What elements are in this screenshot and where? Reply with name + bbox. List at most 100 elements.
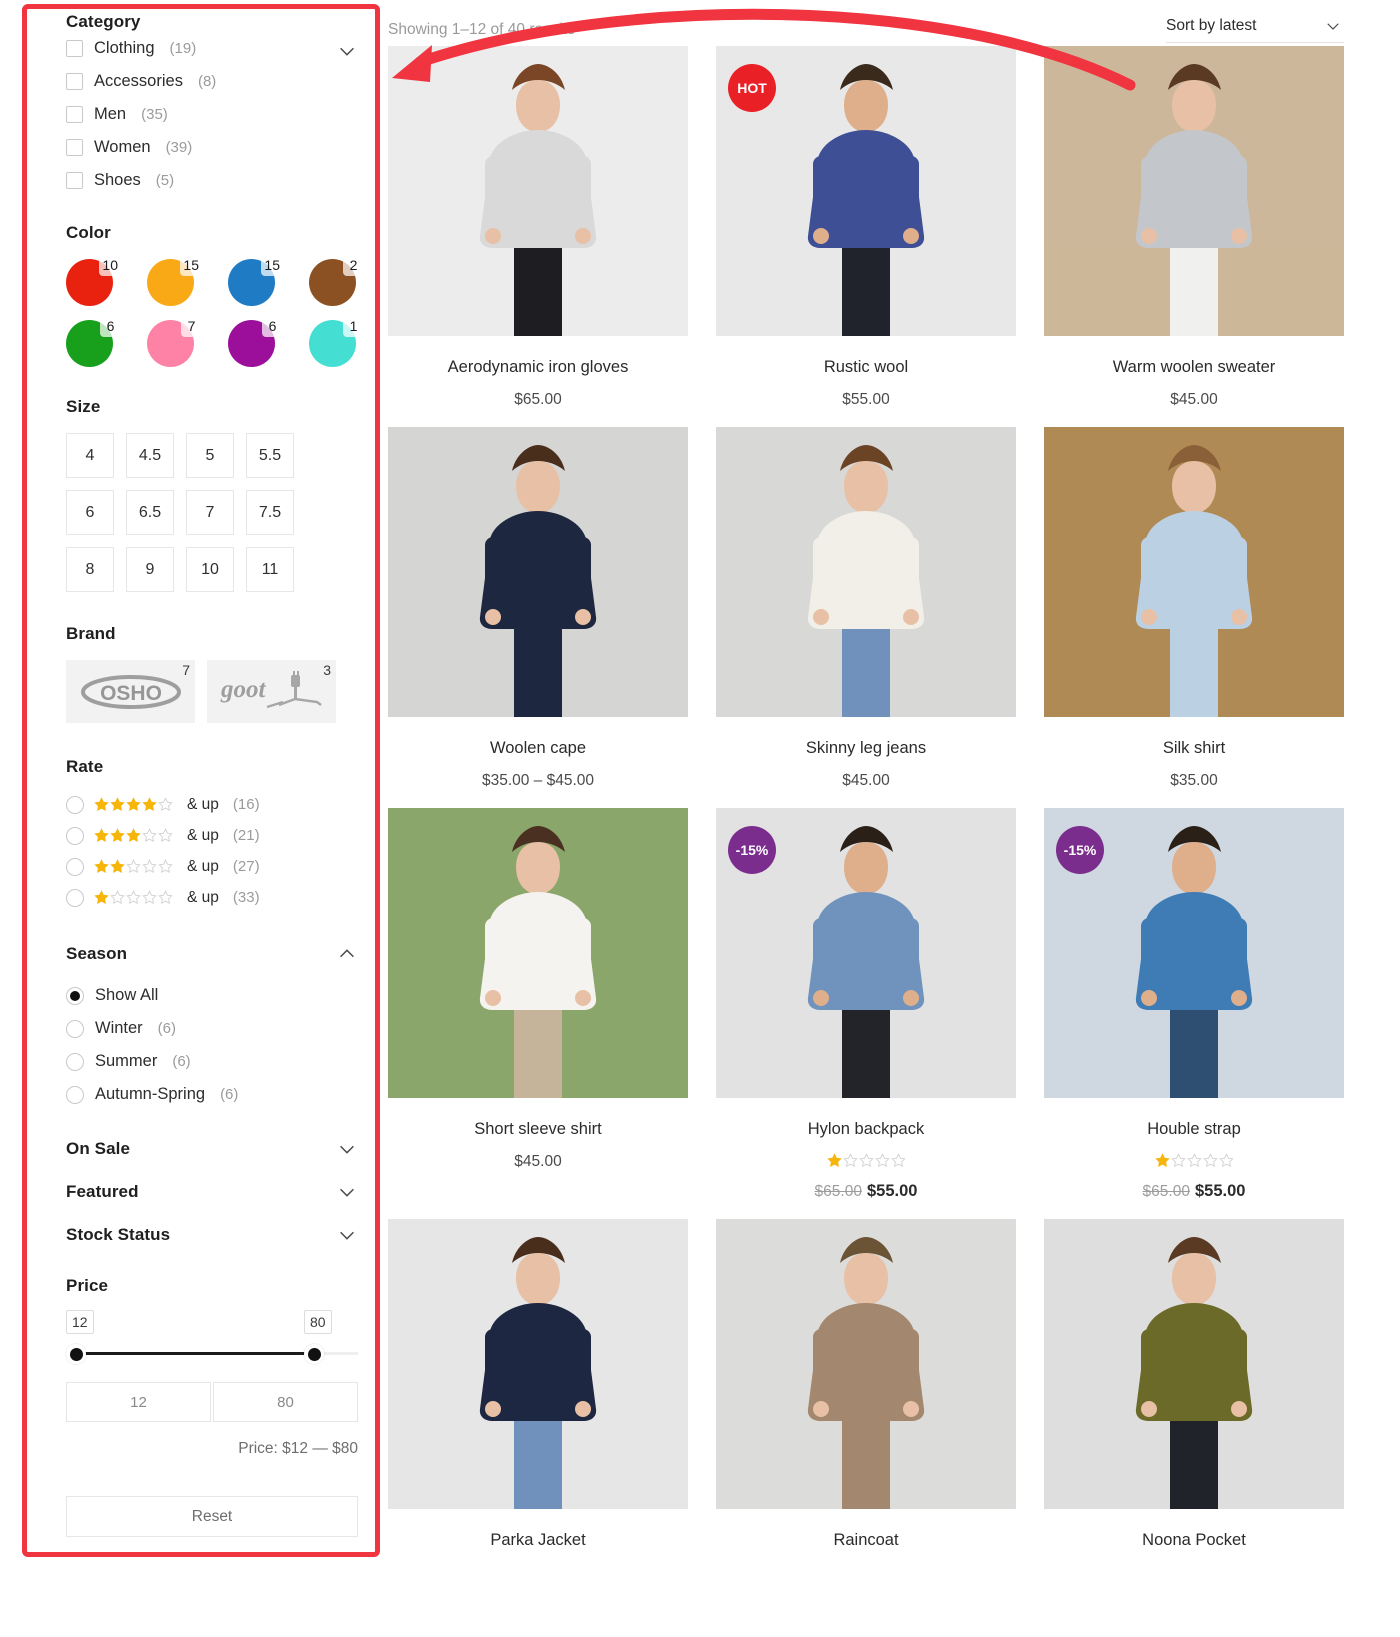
size-option-8[interactable]: 8 xyxy=(66,547,114,592)
product-thumbnail[interactable] xyxy=(388,1219,688,1509)
product-card[interactable]: Noona Pocket xyxy=(1044,1219,1344,1568)
color-swatch-green[interactable]: 6 xyxy=(66,316,121,367)
rate-option-3-star[interactable]: & up (21) xyxy=(66,820,358,851)
rate-option-2-star[interactable]: & up (27) xyxy=(66,851,358,882)
product-title[interactable]: Raincoat xyxy=(716,1531,1016,1550)
filter-section-on-sale[interactable]: On Sale xyxy=(66,1129,358,1168)
size-option-6[interactable]: 6 xyxy=(66,490,114,535)
product-card[interactable]: Silk shirt $35.00 xyxy=(1044,427,1344,808)
size-option-5-5[interactable]: 5.5 xyxy=(246,433,294,478)
product-title[interactable]: Parka Jacket xyxy=(388,1531,688,1550)
chevron-down-icon[interactable] xyxy=(336,40,358,62)
product-thumbnail[interactable]: HOT xyxy=(716,46,1016,336)
product-card[interactable]: Woolen cape $35.00 – $45.00 xyxy=(388,427,688,808)
radio-icon[interactable] xyxy=(66,1085,84,1104)
category-option-clothing[interactable]: Clothing (19) xyxy=(66,32,358,65)
size-option-7-5[interactable]: 7.5 xyxy=(246,490,294,535)
size-option-9[interactable]: 9 xyxy=(126,547,174,592)
price-min-input[interactable]: 12 xyxy=(66,1382,211,1422)
product-card[interactable]: Parka Jacket xyxy=(388,1219,688,1568)
size-option-10[interactable]: 10 xyxy=(186,547,234,592)
size-option-11[interactable]: 11 xyxy=(246,547,294,592)
price-max-input[interactable]: 80 xyxy=(213,1382,358,1422)
product-card[interactable]: -15% Hylon backpack $65.00 $55.00 xyxy=(716,808,1016,1219)
product-thumbnail[interactable] xyxy=(1044,46,1344,336)
sort-dropdown[interactable]: Sort by latest xyxy=(1166,17,1344,43)
product-card[interactable]: Raincoat xyxy=(716,1219,1016,1568)
product-thumbnail[interactable] xyxy=(388,808,688,1098)
size-option-7[interactable]: 7 xyxy=(186,490,234,535)
product-card[interactable]: Warm woolen sweater $45.00 xyxy=(1044,46,1344,427)
size-option-5[interactable]: 5 xyxy=(186,433,234,478)
filter-section-stock-status[interactable]: Stock Status xyxy=(66,1215,358,1254)
slider-handle-min[interactable] xyxy=(66,1344,86,1364)
filter-section-featured[interactable]: Featured xyxy=(66,1172,358,1211)
product-title[interactable]: Houble strap xyxy=(1044,1120,1344,1139)
category-option-men[interactable]: Men (35) xyxy=(66,98,358,131)
color-swatch-turquoise[interactable]: 1 xyxy=(309,316,364,367)
radio-icon[interactable] xyxy=(66,888,84,907)
size-option-4-5[interactable]: 4.5 xyxy=(126,433,174,478)
slider-handle-max[interactable] xyxy=(304,1344,324,1364)
radio-icon[interactable] xyxy=(66,795,84,814)
category-option-shoes[interactable]: Shoes (5) xyxy=(66,164,358,197)
product-title[interactable]: Hylon backpack xyxy=(716,1120,1016,1139)
radio-icon[interactable] xyxy=(66,826,84,845)
color-swatch-red[interactable]: 10 xyxy=(66,255,121,306)
radio-icon[interactable] xyxy=(66,1052,84,1071)
product-title[interactable]: Noona Pocket xyxy=(1044,1531,1344,1550)
chevron-down-icon[interactable] xyxy=(336,1138,358,1160)
chevron-down-icon[interactable] xyxy=(336,1181,358,1203)
color-swatch-purple[interactable]: 6 xyxy=(228,316,283,367)
color-swatch-orange[interactable]: 15 xyxy=(147,255,202,306)
size-option-6-5[interactable]: 6.5 xyxy=(126,490,174,535)
product-thumbnail[interactable] xyxy=(716,427,1016,717)
product-title[interactable]: Short sleeve shirt xyxy=(388,1120,688,1139)
brand-item-osho[interactable]: 7 OSHO xyxy=(66,660,195,723)
product-title[interactable]: Aerodynamic iron gloves xyxy=(388,358,688,377)
product-card[interactable]: Short sleeve shirt $45.00 xyxy=(388,808,688,1219)
season-header[interactable]: Season xyxy=(66,943,358,965)
season-option-summer[interactable]: Summer (6) xyxy=(66,1045,358,1078)
radio-icon[interactable] xyxy=(66,986,84,1005)
product-thumbnail[interactable] xyxy=(388,46,688,336)
color-swatch-brown[interactable]: 2 xyxy=(309,255,364,306)
checkbox-icon[interactable] xyxy=(66,106,83,123)
product-thumbnail[interactable] xyxy=(388,427,688,717)
product-card[interactable]: -15% Houble strap $65.00 $55.00 xyxy=(1044,808,1344,1219)
radio-icon[interactable] xyxy=(66,1019,84,1038)
product-card[interactable]: Aerodynamic iron gloves $65.00 xyxy=(388,46,688,427)
category-header[interactable]: Category xyxy=(66,12,358,32)
product-card[interactable]: HOT Rustic wool $55.00 xyxy=(716,46,1016,427)
product-title[interactable]: Skinny leg jeans xyxy=(716,739,1016,758)
product-thumbnail[interactable] xyxy=(716,1219,1016,1509)
season-option-winter[interactable]: Winter (6) xyxy=(66,1012,358,1045)
product-title[interactable]: Silk shirt xyxy=(1044,739,1344,758)
rate-option-1-star[interactable]: & up (33) xyxy=(66,882,358,913)
rate-option-4-star[interactable]: & up (16) xyxy=(66,789,358,820)
product-title[interactable]: Woolen cape xyxy=(388,739,688,758)
season-option-autumn-spring[interactable]: Autumn-Spring (6) xyxy=(66,1078,358,1111)
color-swatch-blue[interactable]: 15 xyxy=(228,255,283,306)
category-option-accessories[interactable]: Accessories (8) xyxy=(66,65,358,98)
checkbox-icon[interactable] xyxy=(66,73,83,90)
season-option-show-all[interactable]: Show All xyxy=(66,979,358,1012)
size-option-4[interactable]: 4 xyxy=(66,433,114,478)
color-swatch-pink[interactable]: 7 xyxy=(147,316,202,367)
product-thumbnail[interactable]: -15% xyxy=(716,808,1016,1098)
radio-icon[interactable] xyxy=(66,857,84,876)
category-option-women[interactable]: Women (39) xyxy=(66,131,358,164)
chevron-down-icon[interactable] xyxy=(336,1224,358,1246)
checkbox-icon[interactable] xyxy=(66,172,83,189)
product-title[interactable]: Warm woolen sweater xyxy=(1044,358,1344,377)
product-title[interactable]: Rustic wool xyxy=(716,358,1016,377)
reset-button[interactable]: Reset xyxy=(66,1496,358,1537)
brand-item-goot[interactable]: 3 goot xyxy=(207,660,336,723)
checkbox-icon[interactable] xyxy=(66,40,83,57)
price-range-slider[interactable]: 12 80 xyxy=(66,1310,358,1370)
product-thumbnail[interactable] xyxy=(1044,1219,1344,1509)
product-thumbnail[interactable]: -15% xyxy=(1044,808,1344,1098)
product-card[interactable]: Skinny leg jeans $45.00 xyxy=(716,427,1016,808)
chevron-down-icon[interactable] xyxy=(1322,17,1344,35)
chevron-up-icon[interactable] xyxy=(336,943,358,965)
